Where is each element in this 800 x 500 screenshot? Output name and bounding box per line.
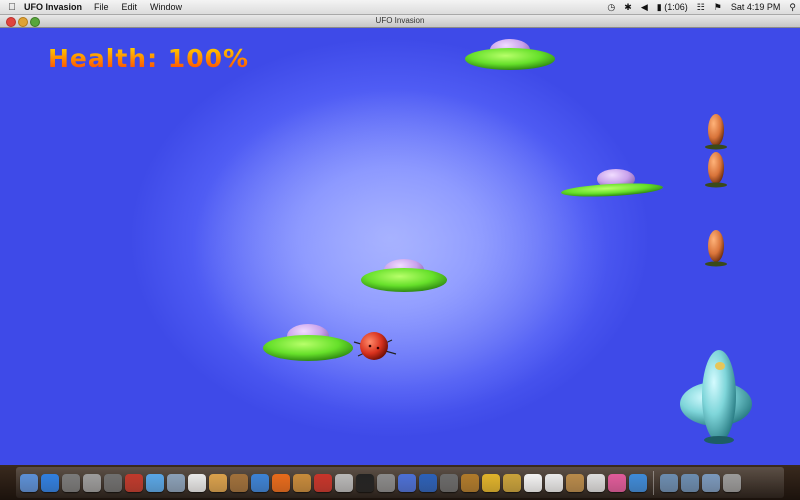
status-area: ◷ ✱ ◀ ▮ (1:06) ☷ ⚑ Sat 4:19 PM ⚲ <box>607 0 796 14</box>
preview-icon[interactable] <box>167 473 185 492</box>
volume-icon[interactable]: ◀ <box>641 2 648 13</box>
input-flag-icon[interactable]: ⚑ <box>714 2 722 13</box>
app-store-icon[interactable] <box>41 473 59 492</box>
iphoto-icon[interactable] <box>293 473 311 492</box>
itunes-icon[interactable] <box>398 473 416 492</box>
paint-icon[interactable] <box>608 473 626 492</box>
apple-menu-icon[interactable]:  <box>0 2 24 13</box>
time-machine-icon[interactable]: ◷ <box>607 2 615 13</box>
wifi-icon[interactable]: ☷ <box>697 2 705 13</box>
pen-icon[interactable] <box>419 473 437 492</box>
guitar-icon[interactable] <box>461 473 479 492</box>
player-ship-sprite[interactable] <box>678 346 754 446</box>
x11-icon[interactable] <box>587 473 605 492</box>
textedit-icon[interactable] <box>524 473 542 492</box>
dvd-icon[interactable] <box>503 473 521 492</box>
enemy-bomb-sprite <box>353 332 397 360</box>
dock-separator <box>653 470 654 495</box>
health-label: Health: <box>48 44 159 73</box>
address-book-icon[interactable] <box>230 473 248 492</box>
ufo-invasion-icon[interactable] <box>629 473 647 492</box>
menu-bar:  UFO Invasion File Edit Window ◷ ✱ ◀ ▮ … <box>0 0 800 15</box>
dock <box>0 465 800 500</box>
ufo-sprite <box>465 39 555 70</box>
finder-icon[interactable] <box>20 473 38 492</box>
health-display: Health: 100% <box>48 44 249 73</box>
music-icon[interactable] <box>440 473 458 492</box>
ichat-icon[interactable] <box>146 473 164 492</box>
spotlight-icon[interactable]: ⚲ <box>789 2 796 13</box>
bluetooth-icon[interactable]: ✱ <box>624 2 632 13</box>
photos-icon[interactable] <box>209 473 227 492</box>
calendar-icon[interactable] <box>188 473 206 492</box>
screenshot-icon[interactable] <box>83 473 101 492</box>
imovie-icon[interactable] <box>314 473 332 492</box>
tools-icon[interactable] <box>377 473 395 492</box>
clock[interactable]: Sat 4:19 PM <box>731 2 781 12</box>
safari-icon[interactable] <box>251 473 269 492</box>
chrome-icon[interactable] <box>482 473 500 492</box>
photo-booth-icon[interactable] <box>125 473 143 492</box>
ufo-sprite <box>361 259 447 292</box>
firefox-icon[interactable] <box>272 473 290 492</box>
app-menu[interactable]: UFO Invasion <box>24 2 82 12</box>
missile-sprite <box>705 230 727 267</box>
terminal-icon[interactable] <box>356 473 374 492</box>
system-prefs-icon[interactable] <box>104 473 122 492</box>
ufo-sprite <box>561 169 663 197</box>
dock-shelf <box>16 467 784 498</box>
trash-icon[interactable] <box>723 473 741 492</box>
window-titlebar[interactable]: UFO Invasion <box>0 15 800 28</box>
window-title: UFO Invasion <box>375 16 425 25</box>
game-canvas[interactable]: Health: 100% <box>0 28 800 465</box>
folder-icon[interactable] <box>660 473 678 492</box>
menu-edit[interactable]: Edit <box>122 2 138 12</box>
time-machine-icon[interactable] <box>62 473 80 492</box>
pages-icon[interactable] <box>545 473 563 492</box>
menu-window[interactable]: Window <box>150 2 182 12</box>
health-value: 100% <box>167 44 250 73</box>
folder-icon-2[interactable] <box>681 473 699 492</box>
missile-sprite <box>705 114 727 150</box>
documents-icon[interactable] <box>702 473 720 492</box>
ufo-sprite <box>263 324 353 361</box>
photo-icon[interactable] <box>335 473 353 492</box>
battery-status[interactable]: ▮ (1:06) <box>657 2 688 13</box>
utility-icon[interactable] <box>566 473 584 492</box>
menu-file[interactable]: File <box>94 2 109 12</box>
battery-icon: ▮ <box>656 1 662 12</box>
battery-time: (1:06) <box>664 1 688 12</box>
sky-haze <box>190 88 610 418</box>
missile-sprite <box>705 152 727 188</box>
